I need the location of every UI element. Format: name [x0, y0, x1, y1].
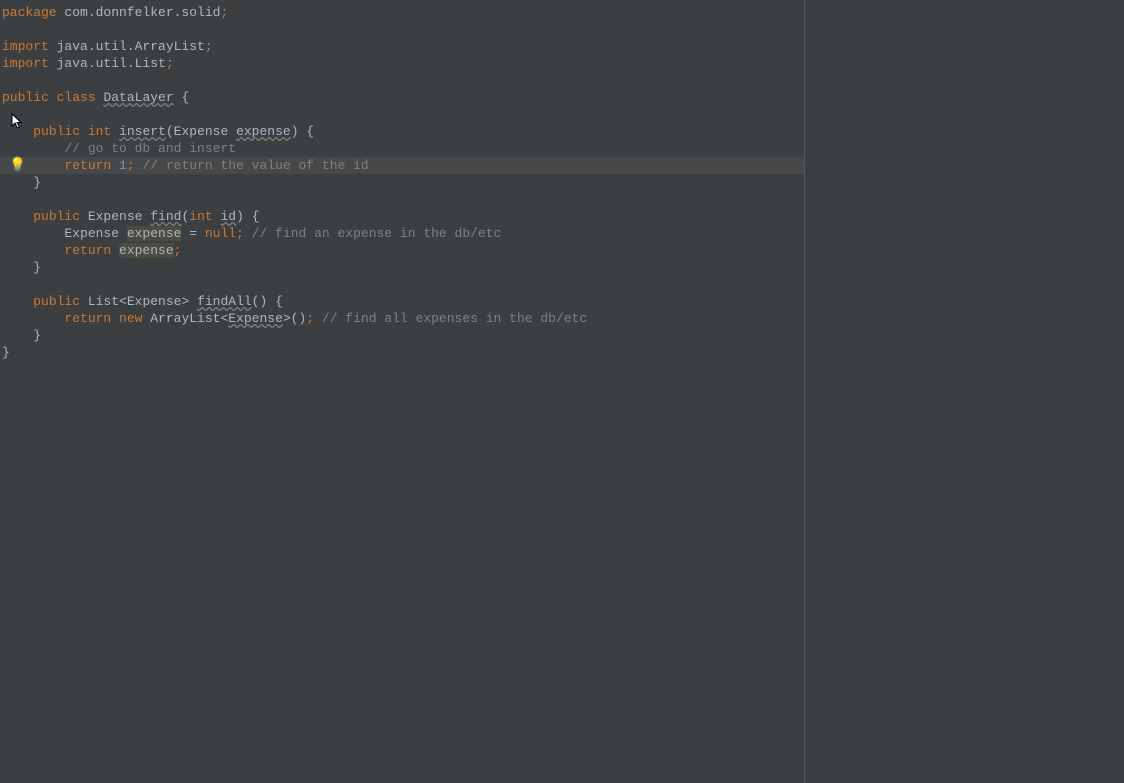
code-block[interactable]: package com.donnfelker.solid;import java…	[0, 4, 804, 361]
token: return	[64, 158, 119, 173]
editor-panel[interactable]: package com.donnfelker.solid;import java…	[0, 0, 804, 783]
token: }	[2, 175, 41, 190]
token: ;	[174, 243, 182, 258]
token: // return the value of the id	[142, 158, 368, 173]
token	[2, 294, 33, 309]
token: expense	[127, 226, 182, 241]
code-line[interactable]: public List<Expense> findAll() {	[0, 293, 804, 310]
code-line[interactable]: // go to db and insert	[0, 140, 804, 157]
token: import	[2, 56, 49, 71]
code-line[interactable]: import java.util.ArrayList;	[0, 38, 804, 55]
code-line[interactable]: public class DataLayer {	[0, 89, 804, 106]
code-line[interactable]: }	[0, 344, 804, 361]
token: insert	[119, 124, 166, 139]
token: // go to db and insert	[64, 141, 236, 156]
token: public class	[2, 90, 96, 105]
code-line[interactable]: return 1; // return the value of the id	[0, 157, 804, 174]
token: find	[150, 209, 181, 224]
token: 1	[119, 158, 127, 173]
token: ;	[127, 158, 135, 173]
token: ;	[220, 5, 228, 20]
token	[2, 141, 64, 156]
code-line[interactable]: Expense expense = null; // find an expen…	[0, 225, 804, 242]
token: =	[181, 226, 204, 241]
token: import	[2, 39, 49, 54]
token: expense	[119, 243, 174, 258]
token: List<Expense>	[80, 294, 197, 309]
token: ;	[205, 39, 213, 54]
code-line[interactable]: package com.donnfelker.solid;	[0, 4, 804, 21]
token: ;	[166, 56, 174, 71]
token	[314, 311, 322, 326]
right-panel	[805, 0, 1124, 783]
token	[111, 124, 119, 139]
token: findAll	[197, 294, 252, 309]
token: >()	[283, 311, 306, 326]
token: () {	[252, 294, 283, 309]
token: null	[205, 226, 236, 241]
token: Expense	[228, 311, 283, 326]
token: }	[2, 345, 10, 360]
token: }	[2, 328, 41, 343]
code-line[interactable]	[0, 106, 804, 123]
code-line[interactable]	[0, 276, 804, 293]
token: {	[174, 90, 190, 105]
token	[2, 209, 33, 224]
token: id	[221, 209, 237, 224]
code-line[interactable]	[0, 21, 804, 38]
token: ArrayList<	[150, 311, 228, 326]
token: DataLayer	[103, 90, 173, 105]
token: int	[189, 209, 212, 224]
token	[2, 124, 33, 139]
code-line[interactable]: return expense;	[0, 242, 804, 259]
token: expense	[236, 124, 291, 139]
token: ;	[306, 311, 314, 326]
token: java.util.ArrayList	[49, 39, 205, 54]
code-line[interactable]: }	[0, 174, 804, 191]
token: }	[2, 260, 41, 275]
token: package	[2, 5, 57, 20]
code-line[interactable]	[0, 191, 804, 208]
token: // find all expenses in the db/etc	[322, 311, 587, 326]
code-line[interactable]: public int insert(Expense expense) {	[0, 123, 804, 140]
token	[2, 243, 64, 258]
token: ;	[236, 226, 244, 241]
token	[2, 311, 64, 326]
token	[213, 209, 221, 224]
token: com.donnfelker.solid	[57, 5, 221, 20]
code-line[interactable]: }	[0, 259, 804, 276]
token: (Expense	[166, 124, 236, 139]
token: java.util.List	[49, 56, 166, 71]
token: Expense	[80, 209, 150, 224]
token: Expense	[2, 226, 127, 241]
code-line[interactable]: return new ArrayList<Expense>(); // find…	[0, 310, 804, 327]
code-line[interactable]: import java.util.List;	[0, 55, 804, 72]
token: public int	[33, 124, 111, 139]
code-line[interactable]: }	[0, 327, 804, 344]
token: ) {	[291, 124, 314, 139]
token	[244, 226, 252, 241]
token: ) {	[236, 209, 259, 224]
token: // find an expense in the db/etc	[252, 226, 502, 241]
code-line[interactable]: public Expense find(int id) {	[0, 208, 804, 225]
token: public	[33, 294, 80, 309]
token: return	[64, 243, 119, 258]
scrollbar[interactable]	[792, 0, 804, 783]
token: public	[33, 209, 80, 224]
token: return new	[64, 311, 150, 326]
code-line[interactable]	[0, 72, 804, 89]
token	[2, 158, 64, 173]
